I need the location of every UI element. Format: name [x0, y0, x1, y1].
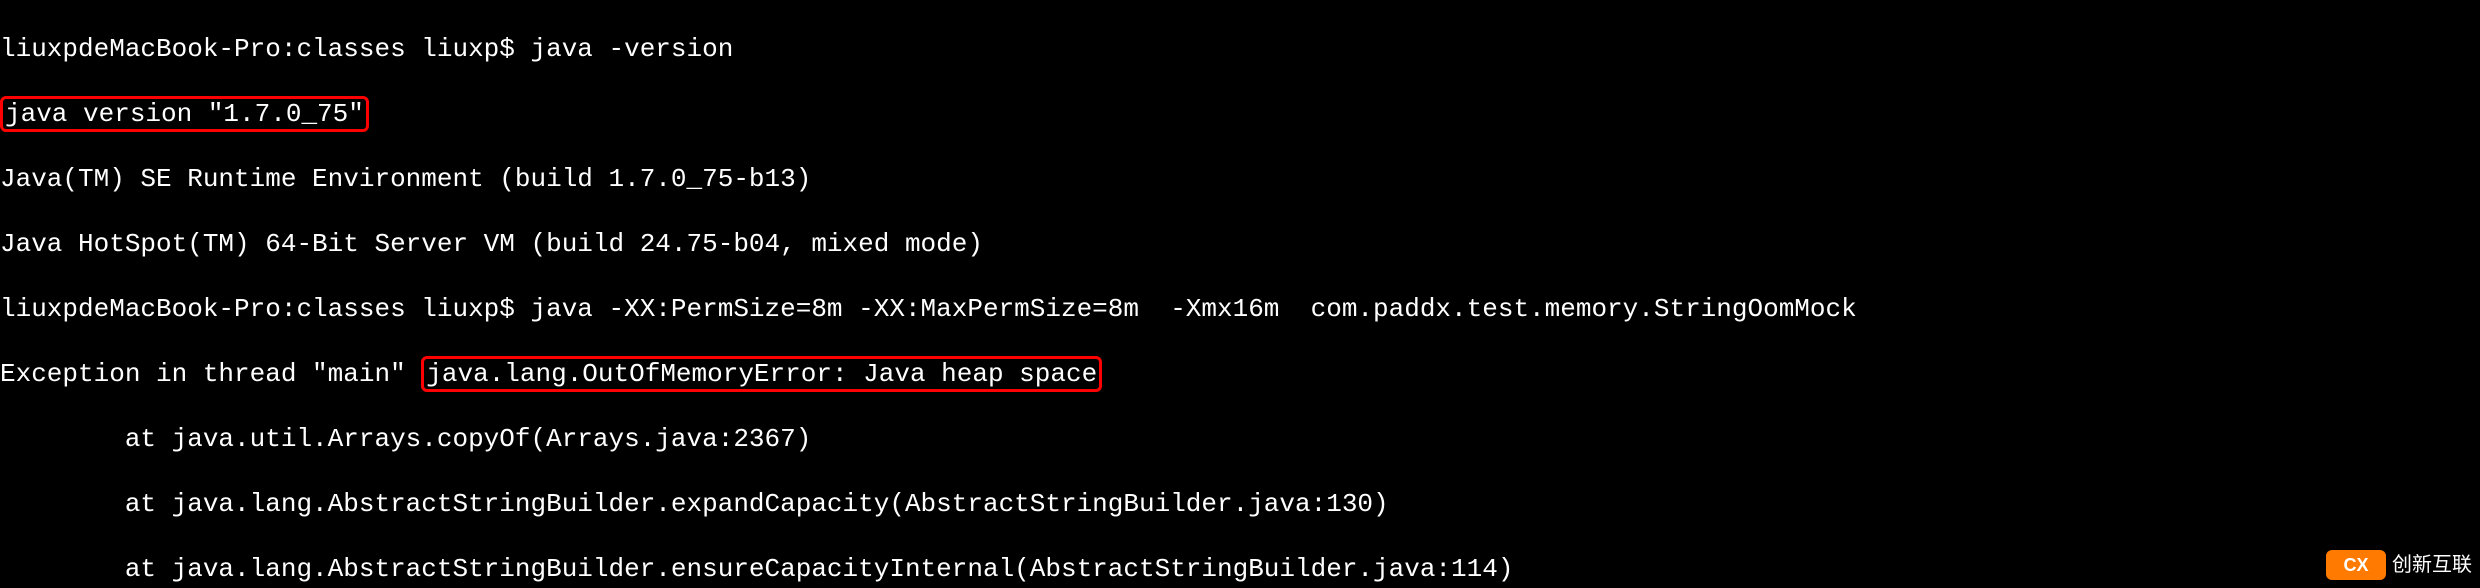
- highlight-java-version: java version "1.7.0_75": [0, 96, 369, 132]
- terminal-line: java version "1.7.0_75": [0, 98, 2480, 131]
- terminal-line: Exception in thread "main" java.lang.Out…: [0, 358, 2480, 391]
- watermark-text: 创新互联: [2392, 553, 2472, 578]
- exception-prefix: Exception in thread "main": [0, 359, 421, 389]
- stack-trace-line: at java.util.Arrays.copyOf(Arrays.java:2…: [0, 423, 2480, 456]
- highlight-oom-error: java.lang.OutOfMemoryError: Java heap sp…: [421, 356, 1102, 392]
- terminal-line: liuxpdeMacBook-Pro:classes liuxp$ java -…: [0, 293, 2480, 326]
- terminal-output: liuxpdeMacBook-Pro:classes liuxp$ java -…: [0, 0, 2480, 588]
- stack-trace-line: at java.lang.AbstractStringBuilder.ensur…: [0, 553, 2480, 586]
- watermark-badge-icon: CX: [2326, 550, 2386, 580]
- terminal-line: Java HotSpot(TM) 64-Bit Server VM (build…: [0, 228, 2480, 261]
- watermark: CX 创新互联: [2326, 550, 2472, 580]
- stack-trace-line: at java.lang.AbstractStringBuilder.expan…: [0, 488, 2480, 521]
- terminal-line: liuxpdeMacBook-Pro:classes liuxp$ java -…: [0, 33, 2480, 66]
- terminal-line: Java(TM) SE Runtime Environment (build 1…: [0, 163, 2480, 196]
